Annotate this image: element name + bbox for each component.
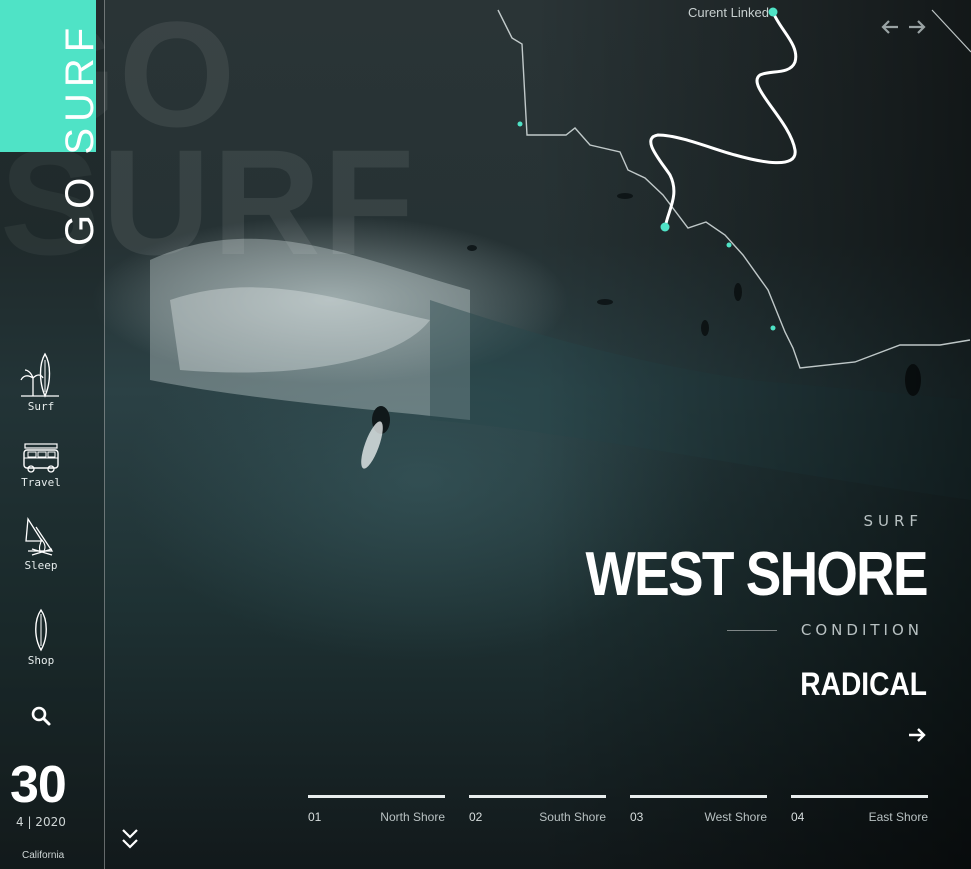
brand-logo[interactable]: GO SURF	[58, 22, 103, 246]
tab-label: South Shore	[539, 810, 606, 824]
tab-number: 04	[791, 810, 805, 824]
sidebar-item-travel[interactable]: Travel	[0, 442, 82, 489]
tab-label: North Shore	[380, 810, 445, 824]
sidebar-item-surf[interactable]: Surf	[0, 352, 82, 413]
tab-south-shore[interactable]: 02 South Shore	[469, 795, 606, 835]
sidebar-item-sleep[interactable]: Sleep	[0, 517, 82, 572]
sidebar-item-label: Sleep	[24, 559, 58, 572]
date-location: California	[22, 850, 65, 861]
sidebar-item-shop[interactable]: Shop	[0, 608, 82, 667]
surfboard-palm-icon	[20, 352, 59, 398]
tab-north-shore[interactable]: 01 North Shore	[308, 795, 445, 835]
route-marker-dot	[517, 121, 523, 127]
condition-value: RADICAL	[800, 666, 927, 702]
van-icon	[23, 443, 59, 473]
route-marker-dot	[726, 242, 732, 248]
sidebar-item-label: Surf	[27, 400, 55, 413]
hero-kicker: SURF	[863, 512, 923, 530]
tab-number: 02	[469, 810, 483, 824]
condition-divider	[727, 630, 777, 631]
tab-label: West Shore	[704, 810, 767, 824]
arrow-left-icon[interactable]	[879, 16, 901, 38]
chevron-double-down-icon[interactable]	[120, 826, 140, 852]
sidebar-item-label: Shop	[27, 654, 55, 667]
page-title: WEST SHORE	[585, 540, 929, 609]
arrow-right-icon[interactable]	[906, 16, 928, 38]
sidebar: GO SURF Surf Travel Sleep Shop 30 4 | 20…	[0, 0, 105, 869]
arrow-right-icon[interactable]	[906, 724, 928, 746]
route-end-dot	[660, 222, 670, 232]
sidebar-item-label: Travel	[21, 476, 61, 489]
route-start-dot	[768, 7, 778, 17]
route-current-label: Curent Linked	[688, 5, 769, 20]
route-path-thin	[497, 9, 971, 369]
tab-number: 03	[630, 810, 644, 824]
route-path-current	[649, 11, 798, 229]
surfboard-icon	[35, 608, 47, 652]
tab-number: 01	[308, 810, 322, 824]
condition-label: CONDITION	[800, 621, 923, 639]
tab-east-shore[interactable]: 04 East Shore	[791, 795, 928, 835]
search-icon[interactable]	[28, 703, 54, 729]
tab-label: East Shore	[868, 810, 928, 824]
route-map	[497, 7, 971, 369]
route-marker-dot	[770, 325, 776, 331]
tab-west-shore[interactable]: 03 West Shore	[630, 795, 767, 835]
tent-campfire-icon	[25, 517, 54, 556]
date-day: 30	[10, 756, 67, 814]
date-month-year: 4 | 2020	[16, 815, 66, 829]
